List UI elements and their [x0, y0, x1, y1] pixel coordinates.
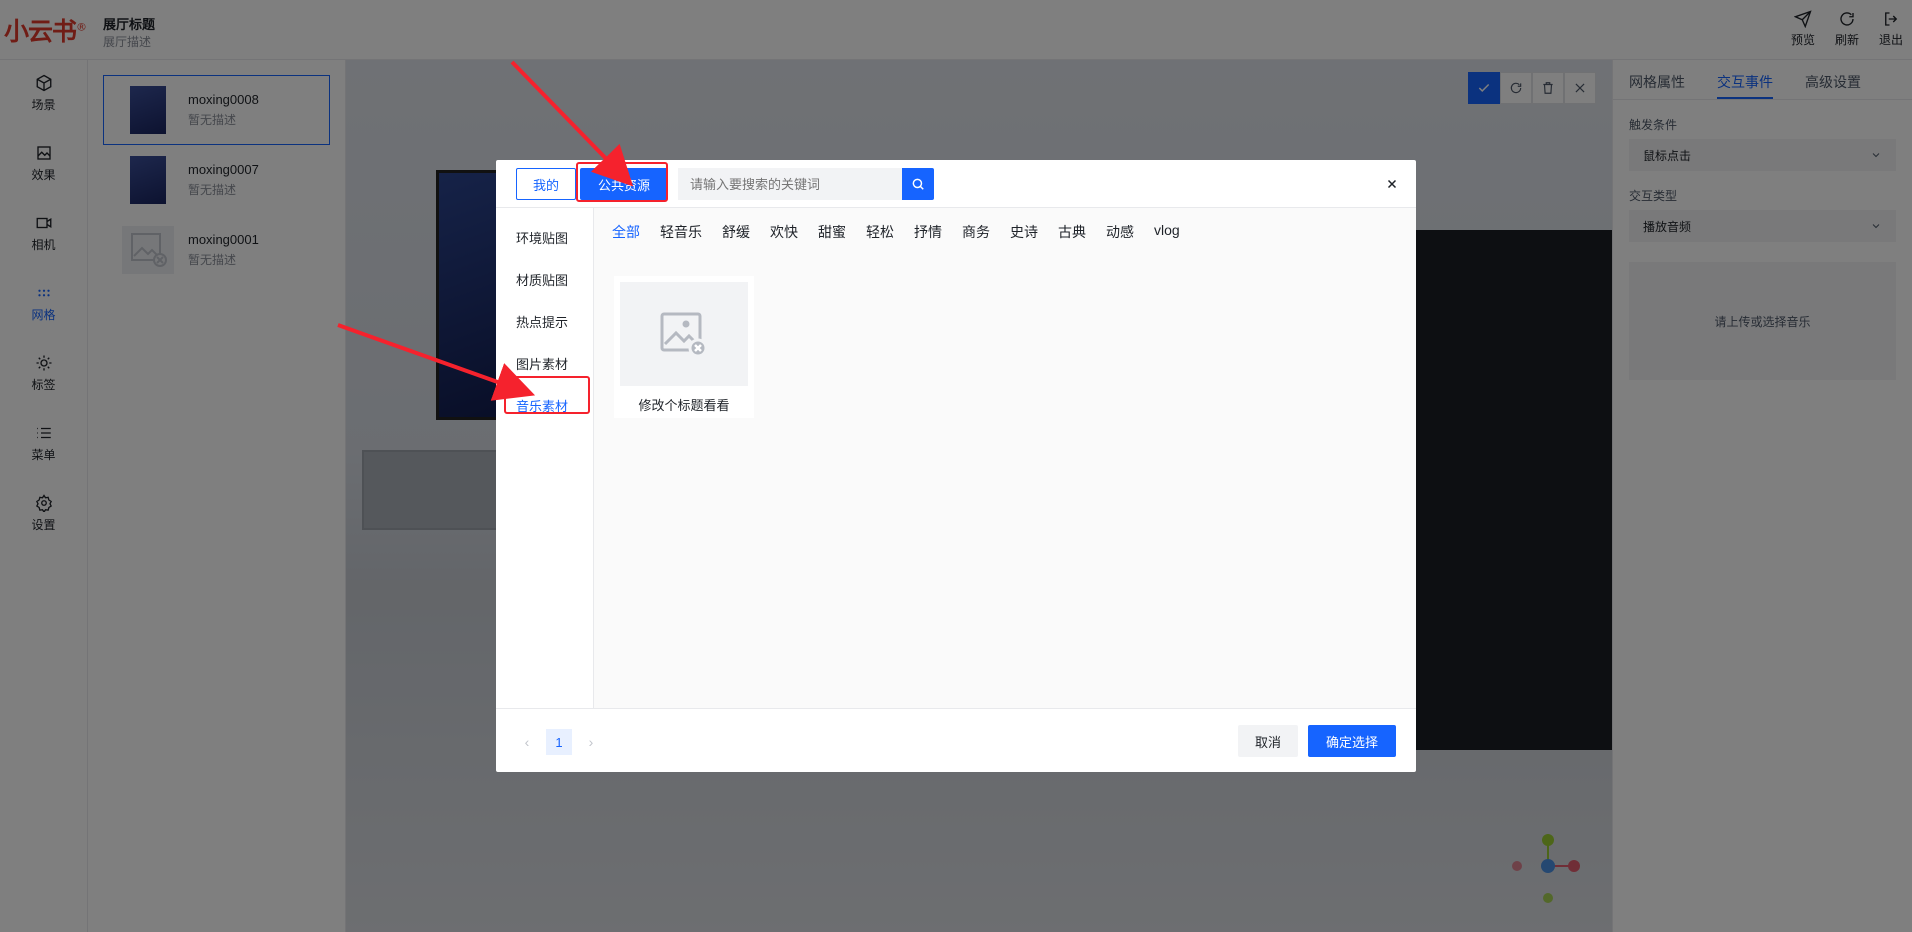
category-classical[interactable]: 古典 [1058, 222, 1086, 242]
category-soothing[interactable]: 舒缓 [722, 222, 750, 242]
music-card[interactable]: 修改个标题看看 [614, 276, 754, 418]
cancel-button[interactable]: 取消 [1238, 725, 1298, 757]
category-sweet[interactable]: 甜蜜 [818, 222, 846, 242]
category-business[interactable]: 商务 [962, 222, 990, 242]
category-light-music[interactable]: 轻音乐 [660, 222, 702, 242]
resource-type-sidebar: 环境贴图 材质贴图 热点提示 图片素材 音乐素材 [496, 208, 594, 708]
search-button[interactable] [902, 168, 934, 200]
sidebar-item-environment-map[interactable]: 环境贴图 [496, 216, 593, 258]
category-vlog[interactable]: vlog [1154, 222, 1180, 242]
highlight-public-resources [576, 162, 668, 202]
page-number[interactable]: 1 [546, 729, 572, 755]
search-input[interactable] [678, 168, 902, 200]
confirm-selection-button[interactable]: 确定选择 [1308, 725, 1396, 757]
prev-page-button[interactable]: ‹ [520, 734, 534, 750]
sidebar-item-material-map[interactable]: 材质贴图 [496, 258, 593, 300]
highlight-music-assets [504, 376, 590, 414]
category-all[interactable]: 全部 [612, 222, 640, 242]
tab-mine[interactable]: 我的 [516, 168, 576, 200]
category-cheerful[interactable]: 欢快 [770, 222, 798, 242]
category-relaxed[interactable]: 轻松 [866, 222, 894, 242]
dialog-close-button[interactable] [1382, 174, 1402, 194]
resource-picker-dialog: 我的 公共资源 环境贴图 材质贴图 热点提示 图片素材 音乐素材 全部 轻音乐 … [496, 160, 1416, 772]
close-icon [1387, 179, 1397, 189]
search-icon [912, 178, 924, 190]
category-dynamic[interactable]: 动感 [1106, 222, 1134, 242]
music-card-title: 修改个标题看看 [638, 398, 730, 413]
pagination: ‹ 1 › [520, 729, 598, 755]
category-tabs: 全部 轻音乐 舒缓 欢快 甜蜜 轻松 抒情 商务 史诗 古典 动感 vlog [594, 208, 1416, 242]
image-placeholder-icon [620, 282, 748, 386]
category-epic[interactable]: 史诗 [1010, 222, 1038, 242]
resource-content: 全部 轻音乐 舒缓 欢快 甜蜜 轻松 抒情 商务 史诗 古典 动感 vlog 修… [594, 208, 1416, 708]
sidebar-item-hotspot[interactable]: 热点提示 [496, 300, 593, 342]
next-page-button[interactable]: › [584, 734, 598, 750]
category-lyrical[interactable]: 抒情 [914, 222, 942, 242]
